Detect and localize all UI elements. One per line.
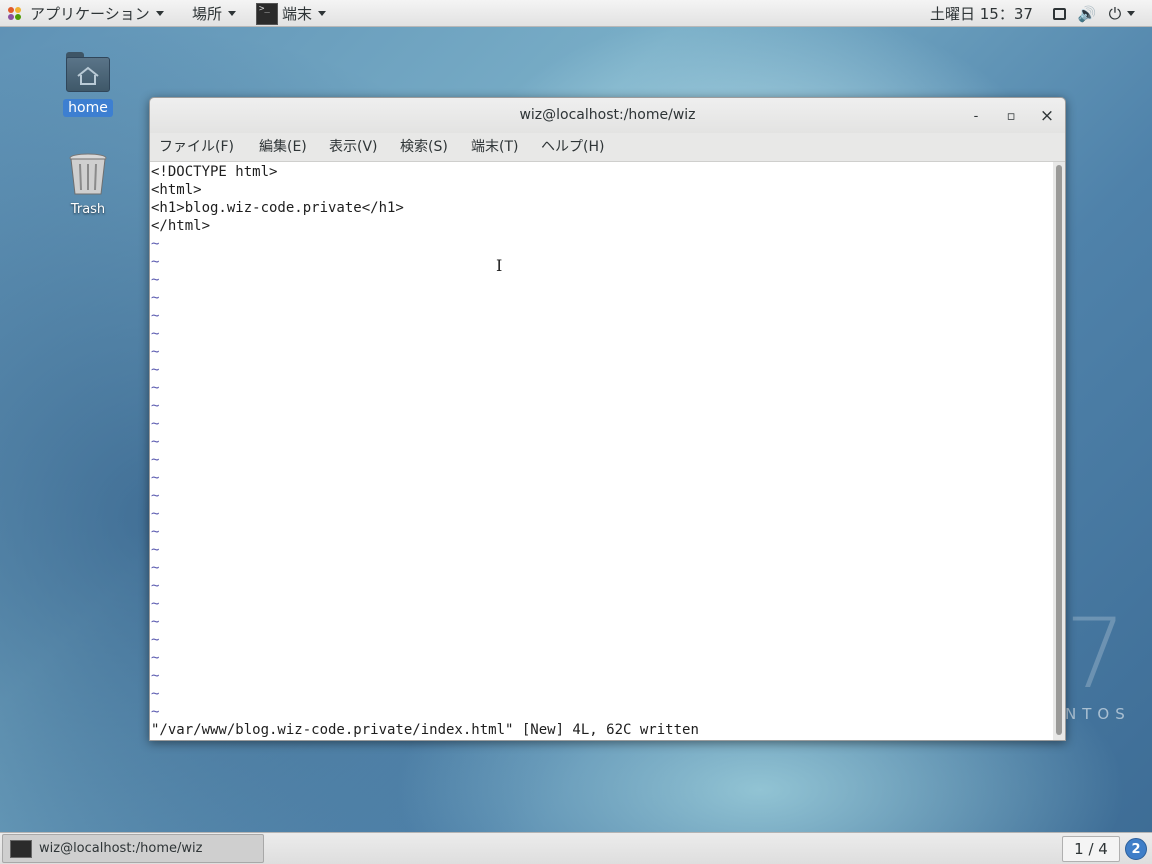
tilde-marker: ~ [151,560,160,576]
tilde-marker: ~ [151,452,160,468]
tilde-marker: ~ [151,668,160,684]
menu-file[interactable]: ファイル(F) [159,133,234,162]
notification-count: 2 [1131,841,1141,857]
terminal-icon [10,839,32,858]
os-watermark-text: NTOS [1065,705,1131,723]
menu-edit[interactable]: 編集(E) [259,133,307,162]
trash-icon [69,153,107,195]
terminal-window[interactable]: wiz@localhost:/home/wiz ‐ ▫ × ファイル(F) 編集… [149,97,1066,741]
volume-icon[interactable]: 🔊 [1076,0,1098,27]
tilde-marker: ~ [151,506,160,522]
terminal-app-label: 端末 [282,5,313,23]
minimize-button[interactable]: ‐ [966,106,986,126]
tilde-marker: ~ [151,488,160,504]
tilde-marker: ~ [151,650,160,666]
maximize-icon: ▫ [1006,108,1016,124]
status-line: "/var/www/blog.wiz-code.private/index.ht… [151,722,699,738]
clock[interactable]: 土曜日 15：37 [930,0,1033,27]
terminal-app-icon: >_ [256,2,278,25]
tilde-marker: ~ [151,290,160,306]
applications-menu[interactable]: アプリケーション [8,0,164,27]
tilde-marker: ~ [151,596,160,612]
taskbar-window-button[interactable]: wiz@localhost:/home/wiz [2,834,264,863]
clock-label: 土曜日 15：37 [930,5,1033,23]
scrollbar[interactable] [1053,162,1065,740]
tilde-marker: ~ [151,632,160,648]
minimize-icon: ‐ [973,108,979,124]
tilde-marker: ~ [151,272,160,288]
chevron-down-icon [228,11,237,16]
home-label: home [63,99,113,117]
tilde-marker: ~ [151,380,160,396]
app-menu-icon [8,6,22,21]
text-line: </html> [151,218,211,234]
menu-view[interactable]: 表示(V) [329,133,378,162]
scrollbar-thumb[interactable] [1056,165,1062,735]
chevron-down-icon [155,11,164,16]
desktop-trash[interactable]: Trash [60,152,116,217]
tilde-marker: ~ [151,308,160,324]
tilde-marker: ~ [151,470,160,486]
taskbar-window-label: wiz@localhost:/home/wiz [39,841,203,856]
close-button[interactable]: × [1037,106,1057,126]
terminal-app-menu[interactable]: >_ 端末 [256,0,327,27]
text-line: <h1>blog.wiz-code.private</h1> [151,200,404,216]
tilde-marker: ~ [151,236,160,252]
terminal-text-area[interactable]: <!DOCTYPE html> <html> <h1>blog.wiz-code… [150,162,1053,740]
menu-help[interactable]: ヘルプ(H) [541,133,604,162]
tilde-marker: ~ [151,362,160,378]
desktop-home[interactable]: home [62,52,114,117]
top-bar: アプリケーション 場所 >_ 端末 土曜日 15：37 🔊 ⏻ [0,0,1152,27]
tilde-marker: ~ [151,254,160,270]
applications-label: アプリケーション [30,5,150,23]
workspace-label: 1 / 4 [1074,840,1108,858]
screen-icon[interactable] [1050,0,1068,27]
tilde-marker: ~ [151,614,160,630]
tilde-marker: ~ [151,344,160,360]
places-label: 場所 [192,5,223,23]
home-folder-icon [66,52,110,92]
bottom-bar: wiz@localhost:/home/wiz 1 / 4 2 [0,832,1152,864]
tilde-marker: ~ [151,326,160,342]
menu-search[interactable]: 検索(S) [400,133,448,162]
menu-terminal[interactable]: 端末(T) [471,133,518,162]
tilde-marker: ~ [151,578,160,594]
tilde-marker: ~ [151,704,160,720]
tilde-marker: ~ [151,398,160,414]
window-title: wiz@localhost:/home/wiz [519,107,696,123]
tilde-marker: ~ [151,524,160,540]
chevron-down-icon [1127,11,1136,16]
text-line: <html> [151,182,202,198]
places-menu[interactable]: 場所 [192,0,237,27]
tilde-marker: ~ [151,686,160,702]
text-line: <!DOCTYPE html> [151,164,278,180]
power-icon[interactable]: ⏻ [1104,0,1140,27]
close-icon: × [1039,106,1055,126]
window-menubar: ファイル(F) 編集(E) 表示(V) 検索(S) 端末(T) ヘルプ(H) [150,133,1065,162]
maximize-button[interactable]: ▫ [1001,106,1021,126]
window-titlebar[interactable]: wiz@localhost:/home/wiz ‐ ▫ × [150,98,1065,133]
chevron-down-icon [318,11,327,16]
notification-badge[interactable]: 2 [1125,838,1147,860]
workspace-indicator[interactable]: 1 / 4 [1062,836,1120,862]
tilde-marker: ~ [151,542,160,558]
os-watermark-number: 7 [1065,598,1127,710]
trash-label: Trash [70,202,106,217]
text-cursor-icon: I [496,256,503,275]
tilde-marker: ~ [151,416,160,432]
tilde-marker: ~ [151,434,160,450]
